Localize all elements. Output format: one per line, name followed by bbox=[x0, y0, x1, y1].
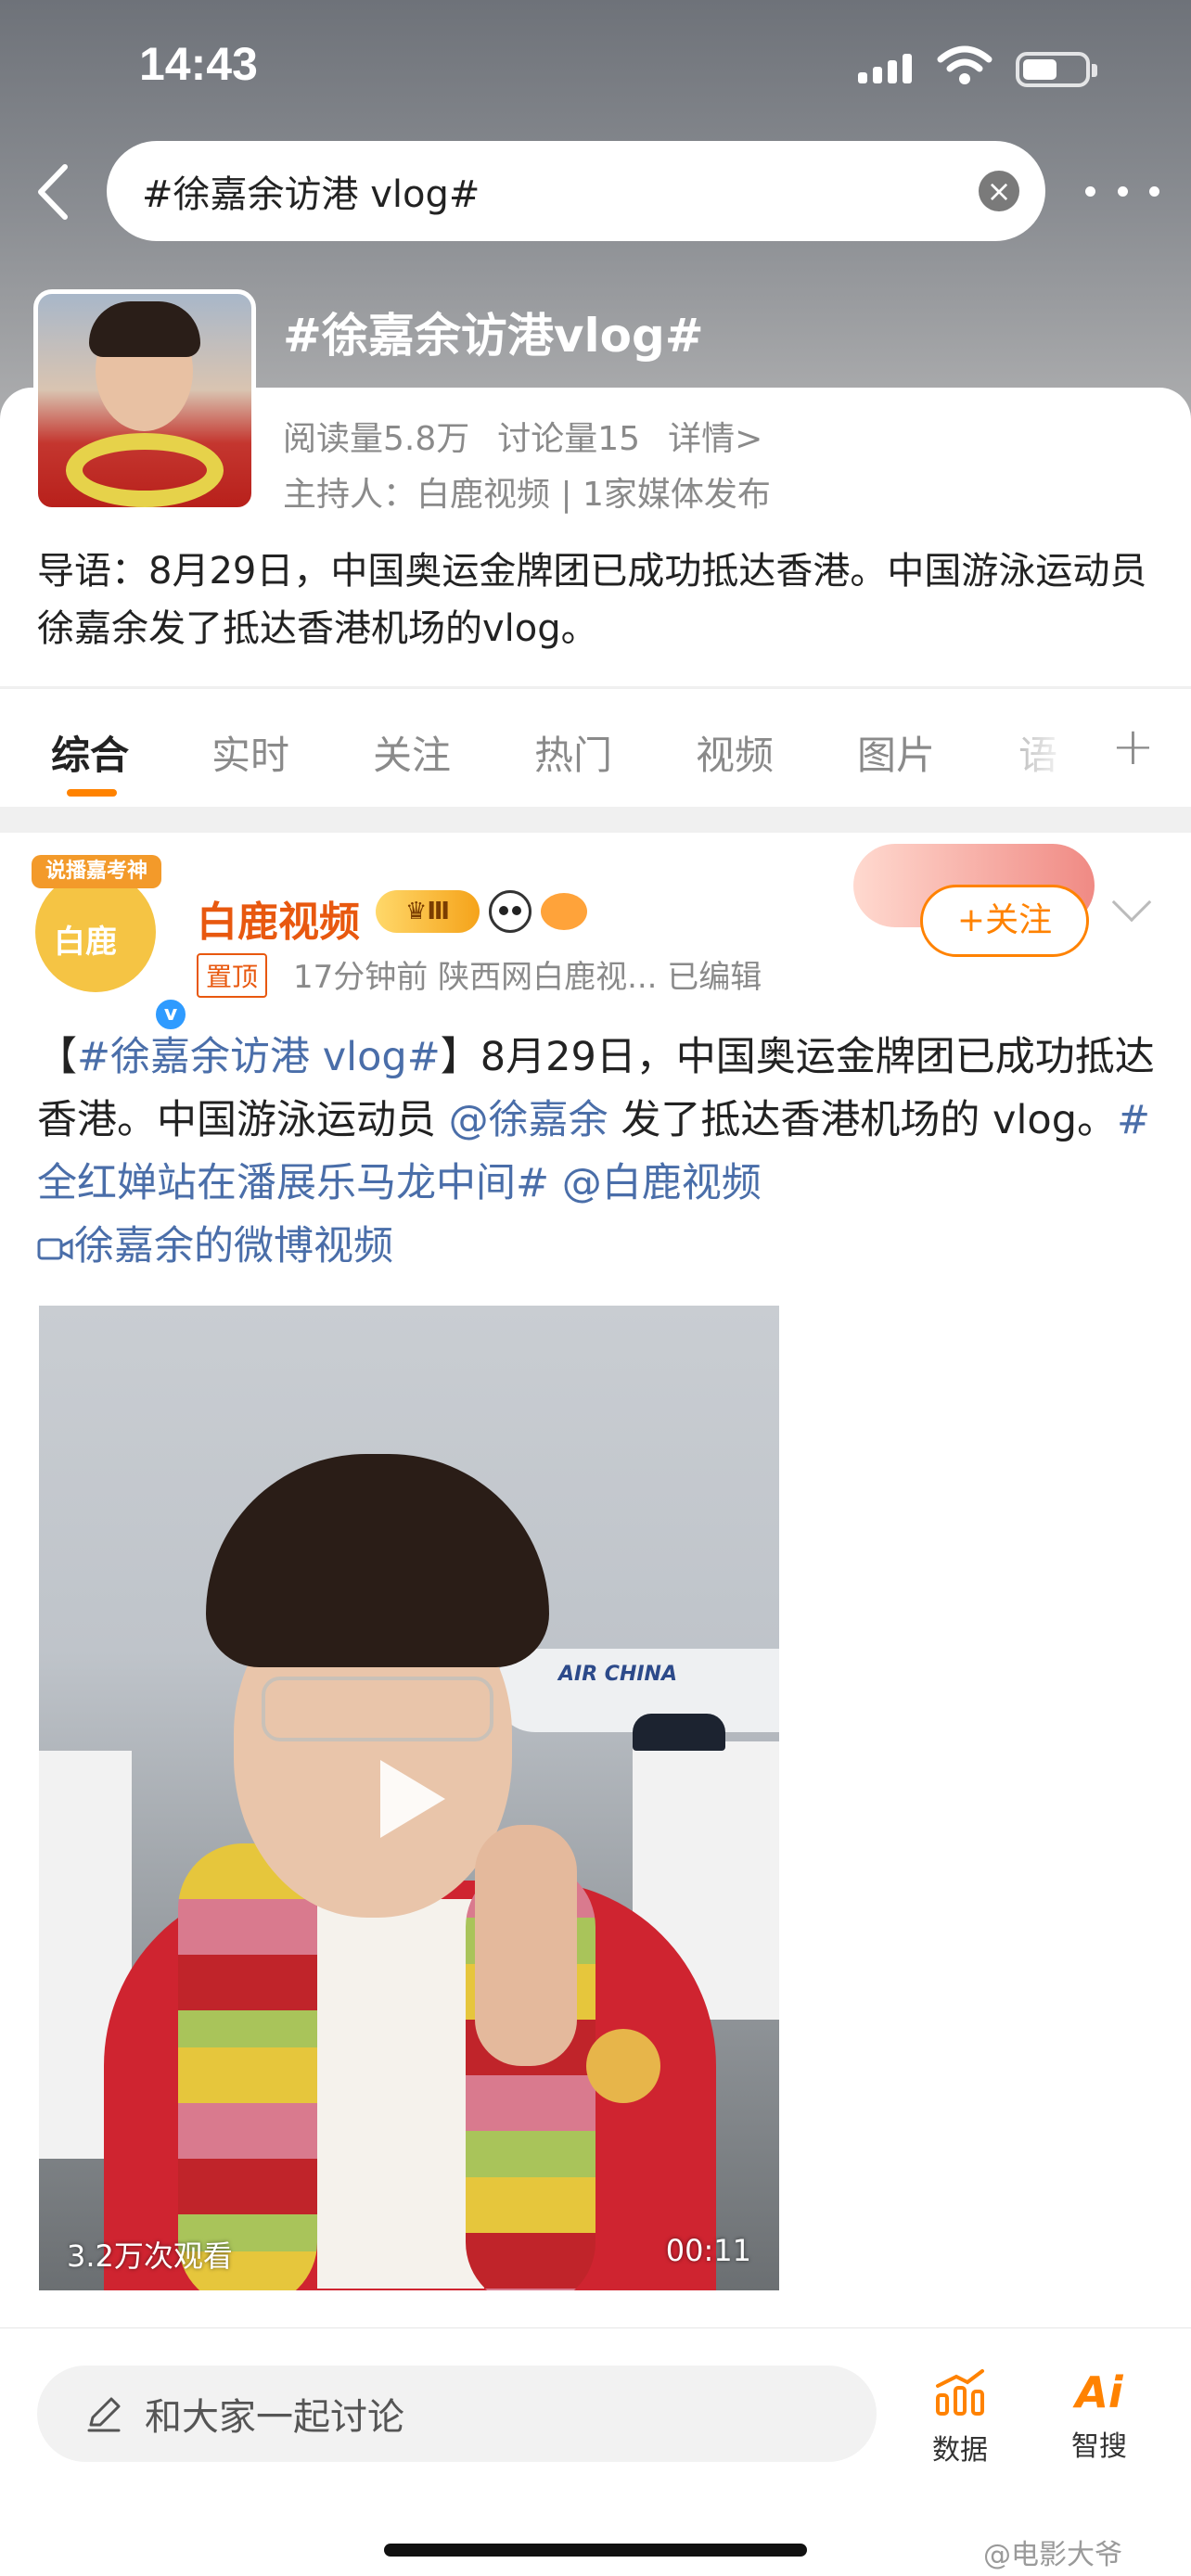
author-name[interactable]: 白鹿视频 bbox=[197, 888, 360, 948]
more-options-button[interactable] bbox=[1085, 172, 1159, 210]
bracket-close: 】 bbox=[440, 1034, 480, 1080]
comment-input[interactable]: 和大家一起讨论 bbox=[37, 2366, 877, 2462]
national-emblem-icon bbox=[586, 2029, 660, 2103]
airplane-livery-text: AIR CHINA bbox=[558, 1663, 677, 1686]
search-input[interactable]: #徐嘉余访港 vlog# × bbox=[107, 141, 1045, 241]
chevron-down-icon[interactable] bbox=[1111, 882, 1152, 923]
video-view-count: 3.2万次观看 bbox=[67, 2238, 233, 2274]
avatar-logo-text: 白鹿 bbox=[54, 924, 117, 961]
person-shirt bbox=[317, 1899, 484, 2289]
tab-following[interactable]: 关注 bbox=[373, 724, 451, 781]
tab-bar: 综合 实时 关注 热门 视频 图片 语 + bbox=[0, 688, 1191, 807]
weibo-post: 说播嘉考神 白鹿 v 白鹿视频 ♛Ⅲ 置顶 17分钟前 陕西网白鹿视... 已编… bbox=[0, 833, 1191, 2335]
topic-stats: 阅读量5.8万 讨论量15 详情> bbox=[283, 412, 762, 460]
vip-level: Ⅲ bbox=[427, 898, 450, 925]
wifi-icon bbox=[937, 45, 992, 84]
avatar[interactable]: 说播嘉考神 白鹿 v bbox=[32, 855, 189, 1033]
follow-button[interactable]: +关注 bbox=[920, 885, 1089, 957]
topic-title: #徐嘉余访港vlog# bbox=[283, 309, 704, 363]
tab-realtime[interactable]: 实时 bbox=[211, 724, 289, 781]
tab-comprehensive[interactable]: 综合 bbox=[51, 724, 129, 781]
discussion-count: 讨论量15 bbox=[497, 420, 641, 458]
active-tab-indicator bbox=[67, 789, 117, 797]
ai-search-button[interactable]: Ai 智搜 bbox=[1048, 2367, 1150, 2464]
flower-lei-left bbox=[178, 1843, 317, 2290]
topic-host: 主持人：白鹿视频 | 1家媒体发布 bbox=[283, 476, 771, 514]
status-bar: 14:43 bbox=[0, 0, 1191, 139]
clear-search-button[interactable]: × bbox=[979, 171, 1019, 211]
status-time: 14:43 bbox=[139, 38, 258, 90]
pen-icon bbox=[87, 2397, 121, 2432]
mention-link-2[interactable]: @白鹿视频 bbox=[549, 1160, 762, 1206]
bar-chart-icon bbox=[936, 2369, 984, 2416]
video-duration: 00:11 bbox=[665, 2233, 751, 2268]
data-button[interactable]: 数据 bbox=[909, 2367, 1011, 2468]
bracket-open: 【 bbox=[37, 1034, 77, 1080]
home-indicator[interactable] bbox=[384, 2544, 807, 2557]
mention-link[interactable]: @徐嘉余 bbox=[449, 1097, 608, 1143]
post-text: 【#徐嘉余访港 vlog#】8月29日，中国奥运金牌团已成功抵达香港。中国游泳运… bbox=[37, 1026, 1159, 1278]
panda-icon bbox=[489, 890, 531, 933]
avatar-banner: 说播嘉考神 bbox=[32, 855, 161, 888]
play-icon[interactable] bbox=[380, 1760, 445, 1838]
details-link[interactable]: 详情> bbox=[668, 412, 762, 460]
post-text-part2: 发了抵达香港机场的 vlog。 bbox=[608, 1097, 1118, 1143]
topic-link[interactable]: #徐嘉余访港 vlog# bbox=[77, 1034, 441, 1080]
band-hat-image bbox=[633, 1714, 725, 1751]
pufferfish-icon bbox=[541, 893, 587, 930]
tab-images[interactable]: 图片 bbox=[857, 724, 935, 781]
topic-cover-image bbox=[33, 289, 256, 512]
cellular-signal-icon bbox=[858, 52, 912, 83]
video-link[interactable]: 徐嘉余的微博视频 bbox=[37, 1223, 393, 1269]
video-player[interactable]: AIR CHINA 3.2万次观看 00:11 bbox=[39, 1306, 779, 2290]
person-glasses bbox=[262, 1677, 493, 1741]
battery-icon bbox=[1016, 52, 1097, 87]
ai-search-icon: Ai bbox=[1075, 2367, 1123, 2417]
author-badges: ♛Ⅲ bbox=[376, 890, 587, 933]
ai-search-label: 智搜 bbox=[1071, 2430, 1127, 2463]
tab-video[interactable]: 视频 bbox=[696, 724, 774, 781]
comment-placeholder: 和大家一起讨论 bbox=[145, 2396, 404, 2439]
person-hair bbox=[206, 1454, 549, 1667]
vip-crown-icon: ♛Ⅲ bbox=[376, 890, 480, 933]
person-hand bbox=[475, 1825, 577, 2066]
data-label: 数据 bbox=[932, 2434, 988, 2467]
watermark: @电影大爷 bbox=[983, 2539, 1122, 2571]
video-link-label: 徐嘉余的微博视频 bbox=[74, 1223, 393, 1269]
tab-fade bbox=[974, 708, 1095, 791]
read-count: 阅读量5.8万 bbox=[283, 420, 470, 458]
add-tab-button[interactable]: + bbox=[1111, 717, 1155, 777]
search-query: #徐嘉余访港 vlog# bbox=[142, 173, 480, 216]
post-meta: 17分钟前 陕西网白鹿视... 已编辑 bbox=[293, 959, 762, 996]
back-button[interactable] bbox=[28, 159, 83, 224]
tab-hot[interactable]: 热门 bbox=[534, 724, 612, 781]
pinned-badge: 置顶 bbox=[197, 953, 268, 998]
video-camera-icon bbox=[37, 1238, 73, 1260]
topic-intro: 导语：8月29日，中国奥运金牌团已成功抵达香港。中国游泳运动员徐嘉余发了抵达香港… bbox=[37, 550, 1147, 650]
